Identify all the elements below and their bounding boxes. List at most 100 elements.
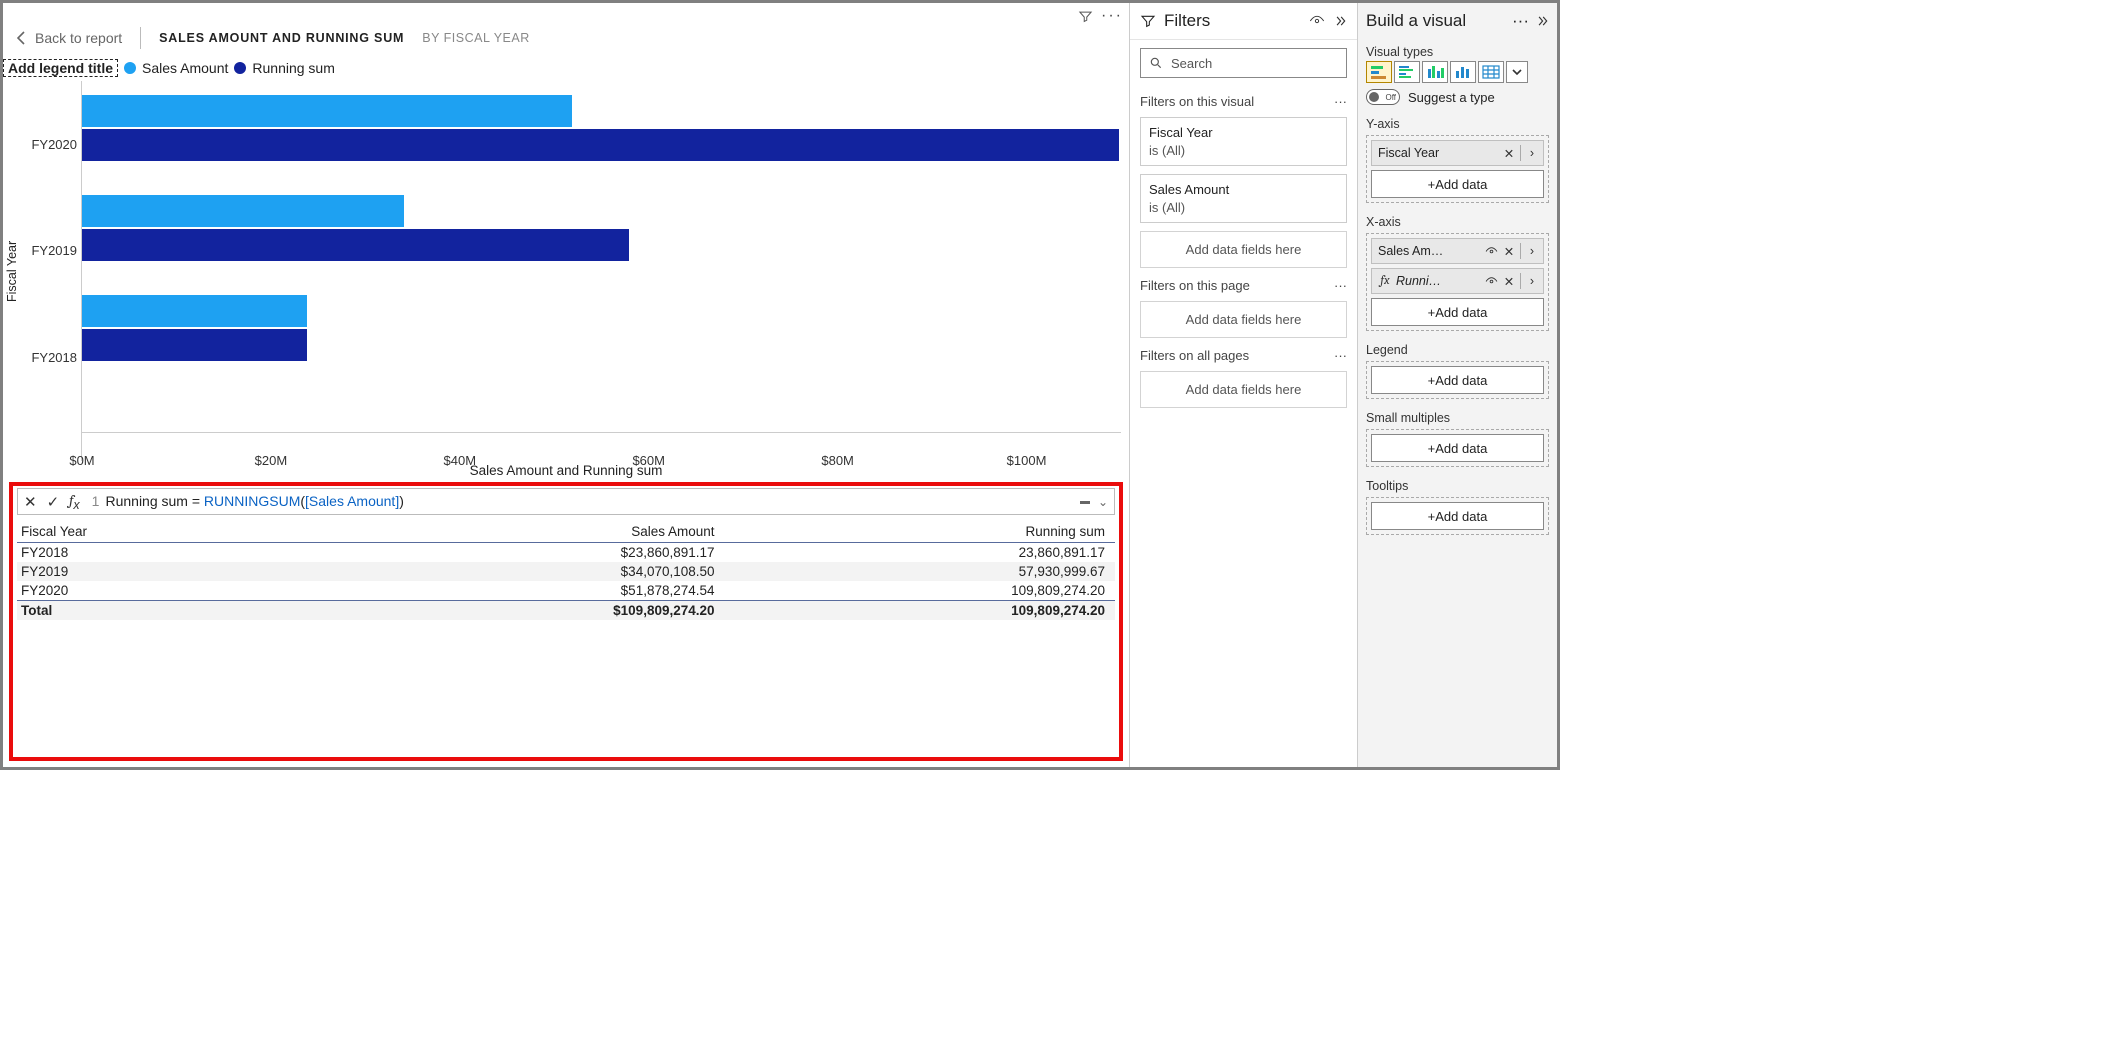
legend-title-placeholder[interactable]: Add legend title xyxy=(3,59,118,77)
bar[interactable] xyxy=(82,129,1119,161)
visual-types-label: Visual types xyxy=(1358,39,1557,61)
close-icon[interactable]: ✕ xyxy=(1502,244,1516,259)
build-visual-pane: Build a visual ··· Visual types Off Sugg… xyxy=(1357,3,1557,767)
eye-icon[interactable] xyxy=(1309,13,1325,29)
table-total-row: Total$109,809,274.20109,809,274.20 xyxy=(17,601,1115,621)
x-tick: $60M xyxy=(632,453,665,468)
back-label: Back to report xyxy=(35,30,122,46)
more-icon[interactable]: ··· xyxy=(1334,278,1347,293)
search-icon xyxy=(1149,56,1163,70)
filter-card[interactable]: Sales Amount is (All) xyxy=(1140,174,1347,223)
formula-bar: ✕ ✓ fx 1Running sum = RUNNINGSUM([Sales … xyxy=(17,488,1115,515)
xaxis-well[interactable]: Sales Am… ✕ › fx Runni… ✕ › +Add data xyxy=(1366,233,1549,331)
visual-title-sub: BY FISCAL YEAR xyxy=(422,31,530,45)
add-data-button[interactable]: +Add data xyxy=(1371,298,1544,326)
chevron-right-icon[interactable]: › xyxy=(1525,244,1539,258)
close-icon[interactable]: ✕ xyxy=(1502,274,1516,289)
col-header[interactable]: Fiscal Year xyxy=(17,521,307,543)
collapse-icon[interactable] xyxy=(1333,14,1347,28)
chart-plot-area: $0M$20M$40M$60M$80M$100M xyxy=(81,81,1121,461)
bar[interactable] xyxy=(82,95,572,127)
y-tick: FY2018 xyxy=(31,350,77,365)
suggest-label: Suggest a type xyxy=(1408,90,1495,105)
eye-icon[interactable] xyxy=(1484,245,1498,258)
filter-drop-zone[interactable]: Add data fields here xyxy=(1140,371,1347,408)
table-row[interactable]: FY2018$23,860,891.1723,860,891.17 xyxy=(17,543,1115,563)
filter-section-all: Filters on all pages xyxy=(1140,348,1249,363)
small-multiples-label: Small multiples xyxy=(1358,405,1557,427)
collapse-icon[interactable] xyxy=(1535,14,1549,28)
data-table: Fiscal Year Sales Amount Running sum FY2… xyxy=(17,521,1115,620)
eye-icon[interactable] xyxy=(1484,275,1498,288)
field-chip-running-sum[interactable]: fx Runni… ✕ › xyxy=(1371,268,1544,294)
visual-title-main: SALES AMOUNT AND RUNNING SUM xyxy=(159,31,404,45)
field-chip-fiscal-year[interactable]: Fiscal Year ✕ › xyxy=(1371,140,1544,166)
x-tick: $80M xyxy=(821,453,854,468)
chevron-right-icon[interactable]: › xyxy=(1525,146,1539,160)
more-icon[interactable]: ··· xyxy=(1101,7,1123,25)
filter-card[interactable]: Fiscal Year is (All) xyxy=(1140,117,1347,166)
back-to-report[interactable]: Back to report xyxy=(17,30,122,46)
formula-cancel-button[interactable]: ✕ xyxy=(22,493,39,511)
more-icon[interactable]: ··· xyxy=(1334,94,1347,109)
table-row[interactable]: FY2020$51,878,274.54109,809,274.20 xyxy=(17,581,1115,601)
formula-commit-button[interactable]: ✓ xyxy=(45,493,62,511)
add-data-button[interactable]: +Add data xyxy=(1371,434,1544,462)
visual-type-clustered-bar[interactable] xyxy=(1394,61,1420,83)
field-chip-sales-amount[interactable]: Sales Am… ✕ › xyxy=(1371,238,1544,264)
highlighted-table-region: ✕ ✓ fx 1Running sum = RUNNINGSUM([Sales … xyxy=(9,482,1123,761)
filters-title: Filters xyxy=(1164,11,1210,31)
col-header[interactable]: Running sum xyxy=(725,521,1115,543)
close-icon[interactable]: ✕ xyxy=(1502,146,1516,161)
bar[interactable] xyxy=(82,329,307,361)
x-tick: $20M xyxy=(255,453,288,468)
legend-well[interactable]: +Add data xyxy=(1366,361,1549,399)
y-tick: FY2020 xyxy=(31,137,77,152)
bar[interactable] xyxy=(82,195,404,227)
visual-type-stacked-bar[interactable] xyxy=(1366,61,1392,83)
yaxis-well-label: Y-axis xyxy=(1358,111,1557,133)
formula-mini-icon[interactable]: ▬ xyxy=(1080,496,1090,507)
x-axis-title: Sales Amount and Running sum xyxy=(3,461,1129,478)
visual-type-clustered-column[interactable] xyxy=(1422,61,1448,83)
tooltips-well[interactable]: +Add data xyxy=(1366,497,1549,535)
filter-drop-zone[interactable]: Add data fields here xyxy=(1140,301,1347,338)
y-axis-title: Fiscal Year xyxy=(3,81,21,461)
x-tick: $40M xyxy=(444,453,477,468)
divider xyxy=(140,27,141,49)
small-multiples-well[interactable]: +Add data xyxy=(1366,429,1549,467)
col-header[interactable]: Sales Amount xyxy=(307,521,725,543)
chevron-right-icon[interactable]: › xyxy=(1525,274,1539,288)
xaxis-well-label: X-axis xyxy=(1358,209,1557,231)
build-title: Build a visual xyxy=(1366,11,1466,31)
y-tick: FY2019 xyxy=(31,243,77,258)
bar[interactable] xyxy=(82,295,307,327)
visual-type-column[interactable] xyxy=(1450,61,1476,83)
add-data-button[interactable]: +Add data xyxy=(1371,502,1544,530)
filters-pane: Filters Search Filters on this visual ··… xyxy=(1129,3,1357,767)
x-tick: $0M xyxy=(69,453,94,468)
visual-type-table[interactable] xyxy=(1478,61,1504,83)
filter-section-page: Filters on this page xyxy=(1140,278,1250,293)
add-data-button[interactable]: +Add data xyxy=(1371,170,1544,198)
filter-section-visual: Filters on this visual xyxy=(1140,94,1254,109)
search-placeholder: Search xyxy=(1171,56,1212,71)
yaxis-well[interactable]: Fiscal Year ✕ › +Add data xyxy=(1366,135,1549,203)
suggest-toggle[interactable]: Off xyxy=(1366,89,1400,105)
formula-input[interactable]: 1Running sum = RUNNINGSUM([Sales Amount]… xyxy=(88,492,1074,511)
fx-icon[interactable]: fx xyxy=(67,491,82,512)
legend-swatch-2 xyxy=(234,62,246,74)
add-data-button[interactable]: +Add data xyxy=(1371,366,1544,394)
legend-label-2: Running sum xyxy=(252,60,335,76)
visual-type-more[interactable] xyxy=(1506,61,1528,83)
table-row[interactable]: FY2019$34,070,108.5057,930,999.67 xyxy=(17,562,1115,581)
filters-search[interactable]: Search xyxy=(1140,48,1347,78)
filter-icon[interactable] xyxy=(1078,9,1093,24)
legend: Add legend title Sales Amount Running su… xyxy=(3,55,1129,81)
bar[interactable] xyxy=(82,229,629,261)
fx-icon: fx xyxy=(1378,274,1392,288)
more-icon[interactable]: ··· xyxy=(1334,348,1347,363)
formula-expand-button[interactable]: ⌄ xyxy=(1096,495,1110,509)
filter-drop-zone[interactable]: Add data fields here xyxy=(1140,231,1347,268)
more-icon[interactable]: ··· xyxy=(1512,11,1529,31)
